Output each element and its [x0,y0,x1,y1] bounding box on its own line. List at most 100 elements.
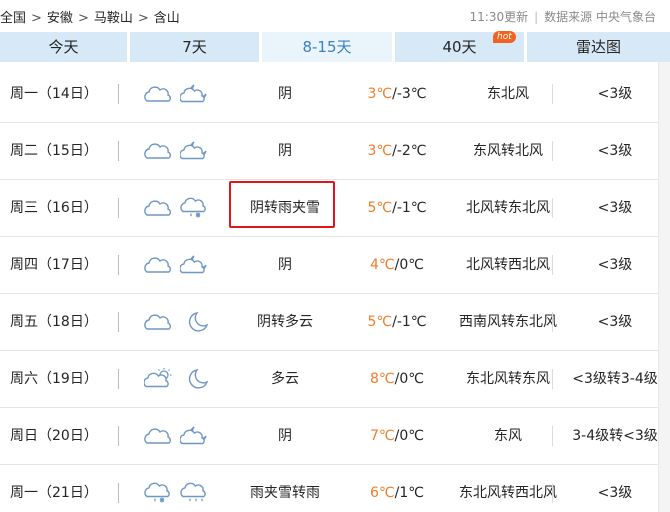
cloudy-night-icon [180,82,210,106]
breadcrumb-item-country[interactable]: 全国 [0,11,26,26]
wind-level: <3级 [597,86,633,102]
weather-icons [144,66,214,122]
wind-level: <3级转3-4级 [572,371,658,387]
column-divider [552,255,553,275]
wind-direction: 东风 [494,428,522,444]
tab-today[interactable]: 今天 [0,32,130,62]
cloudy-icon [144,139,174,163]
update-info: 11:30更新 | 数据来源 中央气象台 [469,10,656,24]
forecast-date: 周四（17日） [10,257,98,273]
column-divider [118,255,119,275]
wind-direction: 西南风转东北风 [459,314,557,330]
forecast-date: 周一（14日） [10,86,98,102]
high-temp: 5℃ [367,314,393,330]
high-temp: 8℃ [370,371,395,387]
tab-radar[interactable]: 雷达图 [527,32,670,62]
forecast-date: 周二（15日） [10,143,98,159]
breadcrumb-separator: > [77,11,89,26]
update-time: 11:30更新 [469,10,529,24]
data-source: 数据来源 中央气象台 [544,10,656,24]
hot-badge: hot [493,31,516,43]
temperature: 4℃/0℃ [352,237,442,293]
moon-icon [180,310,210,334]
forecast-row: 周一（21日） 雨夹雪转雨 6℃/1℃ 东北风转西北风 <3级 [0,465,658,512]
weather-description: 阴 [278,428,292,444]
low-temp: /-1℃ [392,200,427,216]
column-divider [552,84,553,104]
low-temp: /-1℃ [392,314,427,330]
temperature: 7℃/0℃ [352,408,442,464]
forecast-date: 周六（19日） [10,371,98,387]
wind-level: <3级 [597,485,633,501]
wind-direction: 东北风转西北风 [459,485,557,501]
forecast-date: 周五（18日） [10,314,98,330]
forecast-tabs: 今天 7天 8-15天 40天 hot 雷达图 [0,31,670,62]
temperature: 5℃/-1℃ [352,294,442,350]
moon-icon [180,367,210,391]
column-divider [552,483,553,503]
tab-8-15-days[interactable]: 8-15天 [262,32,395,62]
cloudy-icon [144,253,174,277]
column-divider [118,198,119,218]
tab-7-days[interactable]: 7天 [130,32,262,62]
wind-level: <3级 [597,200,633,216]
weather-description: 阴 [278,257,292,273]
highlight-box [229,181,335,228]
forecast-row: 周一（14日） 阴 3℃/-3℃ 东北风 <3级 [0,66,658,123]
forecast-list: 周一（14日） 阴 3℃/-3℃ 东北风 <3级 周二（15日） 阴 3℃/-2… [0,66,658,512]
weather-icons [144,123,214,179]
sleet-icon [144,481,174,505]
column-divider [552,426,553,446]
wind-level: <3级 [597,314,633,330]
cloudy-night-icon [180,424,210,448]
forecast-row: 周二（15日） 阴 3℃/-2℃ 东风转北风 <3级 [0,123,658,180]
high-temp: 3℃ [367,86,393,102]
rain-icon [180,481,210,505]
weather-icons [144,465,214,512]
cloudy-icon [144,82,174,106]
weather-icons [144,408,214,464]
scrollbar[interactable] [658,62,670,512]
breadcrumb-item-city[interactable]: 马鞍山 [94,11,133,26]
breadcrumb-separator: > [137,11,149,26]
forecast-row: 周六（19日） 多云 8℃/0℃ 东北风转东风 <3级转3-4级 [0,351,658,408]
weather-icons [144,294,214,350]
wind-level: <3级 [597,257,633,273]
weather-description: 阴 [278,86,292,102]
cloudy-icon [144,424,174,448]
low-temp: /0℃ [394,257,424,273]
weather-description: 多云 [271,371,299,387]
forecast-row: 周五（18日） 阴转多云 5℃/-1℃ 西南风转东北风 <3级 [0,294,658,351]
cloudy-night-icon [180,139,210,163]
partly-cloudy-icon [144,367,174,391]
column-divider [552,198,553,218]
column-divider [118,141,119,161]
weather-description: 阴 [278,143,292,159]
wind-direction: 北风转西北风 [466,257,550,273]
column-divider [118,483,119,503]
sleet-icon [180,196,210,220]
low-temp: /0℃ [394,428,424,444]
temperature: 5℃/-1℃ [352,180,442,236]
temperature: 3℃/-2℃ [352,123,442,179]
forecast-date: 周日（20日） [10,428,98,444]
temperature: 8℃/0℃ [352,351,442,407]
high-temp: 7℃ [370,428,395,444]
column-divider [118,84,119,104]
breadcrumb: 全国 > 安徽 > 马鞍山 > 含山 [0,7,180,26]
forecast-date: 周三（16日） [10,200,98,216]
forecast-row: 周四（17日） 阴 4℃/0℃ 北风转西北风 <3级 [0,237,658,294]
forecast-date: 周一（21日） [10,485,98,501]
forecast-row: 周日（20日） 阴 7℃/0℃ 东风 3-4级转<3级 [0,408,658,465]
high-temp: 5℃ [367,200,393,216]
top-bar: 全国 > 安徽 > 马鞍山 > 含山 11:30更新 | 数据来源 中央气象台 [0,0,670,32]
temperature: 3℃/-3℃ [352,66,442,122]
wind-direction: 东风转北风 [473,143,543,159]
wind-direction: 北风转东北风 [466,200,550,216]
tab-40-days[interactable]: 40天 hot [395,31,527,62]
breadcrumb-item-province[interactable]: 安徽 [47,11,73,26]
column-divider [552,141,553,161]
column-divider [552,369,553,389]
wind-level: 3-4级转<3级 [572,428,658,444]
wind-level: <3级 [597,143,633,159]
